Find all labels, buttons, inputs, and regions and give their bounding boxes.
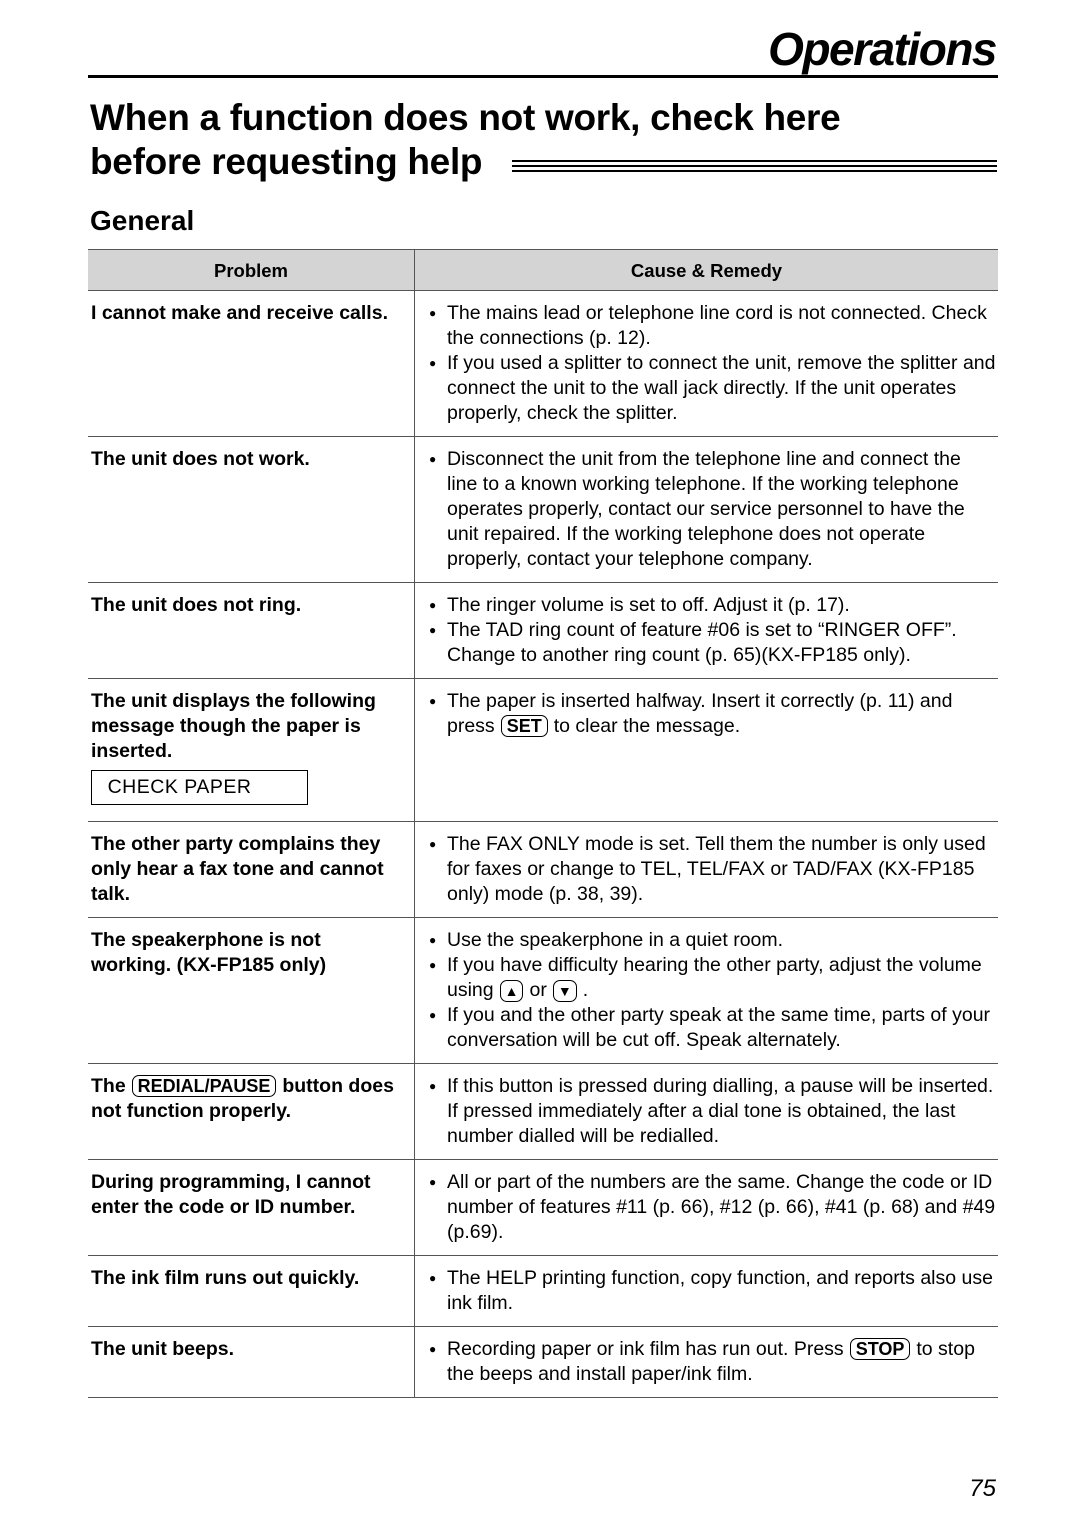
volume-down-key-icon: ▼ bbox=[552, 980, 577, 1002]
bullet-icon: ● bbox=[429, 694, 437, 708]
remedy-cell: ● Recording paper or ink film has run out… bbox=[414, 1326, 998, 1398]
column-header-remedy: Cause & Remedy bbox=[414, 249, 998, 291]
table-row: The unit displays the following message … bbox=[88, 678, 998, 822]
table-header-row: Problem Cause & Remedy bbox=[88, 249, 998, 291]
heading-line-2: before requesting help bbox=[90, 141, 483, 182]
lcd-display-message: CHECK PAPER bbox=[91, 770, 308, 805]
remedy-item: ● Recording paper or ink film has run out… bbox=[429, 1338, 975, 1385]
bullet-icon: ● bbox=[429, 837, 437, 851]
remedy-cell: ● Disconnect the unit from the telephone … bbox=[414, 436, 998, 583]
bullet-icon: ● bbox=[429, 598, 437, 612]
problem-cell: The unit beeps. bbox=[88, 1326, 415, 1398]
troubleshooting-table: Problem Cause & Remedy I cannot make and… bbox=[88, 249, 998, 1398]
problem-cell: The speakerphone is not working. (KX-FP1… bbox=[88, 917, 415, 1064]
section-title: Operations bbox=[768, 23, 997, 75]
problem-cell: I cannot make and receive calls. bbox=[88, 290, 415, 437]
table-row: The unit does not ring. ● The ringer volu… bbox=[88, 582, 998, 679]
remedy-item: ● Disconnect the unit from the telephone … bbox=[429, 448, 965, 570]
remedy-item: ● If you have difficulty hearing the othe… bbox=[429, 954, 982, 1002]
bullet-icon: ● bbox=[429, 958, 437, 972]
remedy-item: ● The mains lead or telephone line cord i… bbox=[429, 302, 987, 349]
table-row: During programming, I cannot enter the c… bbox=[88, 1159, 998, 1256]
problem-cell: The unit does not ring. bbox=[88, 582, 415, 679]
remedy-item: ● The ringer volume is set to off. Adjust… bbox=[429, 594, 850, 616]
problem-cell: During programming, I cannot enter the c… bbox=[88, 1159, 415, 1256]
remedy-cell: ● If this button is pressed during dialli… bbox=[414, 1063, 998, 1160]
table-row: The speakerphone is not working. (KX-FP1… bbox=[88, 917, 998, 1064]
remedy-item: ● The paper is inserted halfway. Insert i… bbox=[429, 690, 953, 737]
bullet-icon: ● bbox=[429, 1079, 437, 1093]
bullet-icon: ● bbox=[429, 452, 437, 466]
remedy-item: ● All or part of the numbers are the same… bbox=[429, 1171, 996, 1243]
remedy-cell: ● The mains lead or telephone line cord i… bbox=[414, 290, 998, 437]
table-row: The unit beeps. ● Recording paper or ink … bbox=[88, 1326, 998, 1398]
remedy-cell: ● Use the speakerphone in a quiet room. ●… bbox=[414, 917, 998, 1064]
remedy-item: ● The HELP printing function, copy functi… bbox=[429, 1267, 993, 1314]
problem-cell: The unit does not work. bbox=[88, 436, 415, 583]
column-header-problem: Problem bbox=[88, 249, 415, 291]
volume-up-key-icon: ▲ bbox=[499, 980, 524, 1002]
bullet-icon: ● bbox=[429, 1271, 437, 1285]
table-row: The REDIAL/PAUSE button does not function … bbox=[88, 1063, 998, 1160]
table-row: The unit does not work. ● Disconnect the … bbox=[88, 436, 998, 583]
problem-cell: The other party complains they only hear… bbox=[88, 821, 415, 918]
table-row: The ink film runs out quickly. ● The HELP… bbox=[88, 1255, 998, 1327]
header-rule bbox=[88, 75, 998, 78]
problem-cell: The ink film runs out quickly. bbox=[88, 1255, 415, 1327]
remedy-cell: ● All or part of the numbers are the same… bbox=[414, 1159, 998, 1256]
bullet-icon: ● bbox=[429, 623, 437, 637]
heading-decorative-rule bbox=[512, 160, 997, 174]
bullet-icon: ● bbox=[429, 356, 437, 370]
remedy-item: ● The FAX ONLY mode is set. Tell them the… bbox=[429, 833, 986, 905]
stop-key-icon: STOP bbox=[849, 1338, 911, 1360]
table-row: The other party complains they only hear… bbox=[88, 821, 998, 918]
heading-line-1: When a function does not work, check her… bbox=[90, 97, 841, 138]
page-number: 75 bbox=[969, 1475, 996, 1502]
remedy-cell: ● The HELP printing function, copy functi… bbox=[414, 1255, 998, 1327]
remedy-item: ● If you and the other party speak at the… bbox=[429, 1004, 991, 1051]
redial-pause-key-icon: REDIAL/PAUSE bbox=[131, 1075, 277, 1097]
bullet-icon: ● bbox=[429, 1175, 437, 1189]
subsection-title: General bbox=[90, 205, 195, 236]
bullet-icon: ● bbox=[429, 306, 437, 320]
bullet-icon: ● bbox=[429, 933, 437, 947]
problem-cell: The unit displays the following message … bbox=[88, 678, 415, 822]
bullet-icon: ● bbox=[429, 1008, 437, 1022]
remedy-cell: ● The paper is inserted halfway. Insert i… bbox=[414, 678, 998, 822]
remedy-item: ● If this button is pressed during dialli… bbox=[429, 1075, 994, 1147]
bullet-icon: ● bbox=[429, 1342, 437, 1356]
set-key-icon: SET bbox=[500, 715, 548, 737]
remedy-item: ● Use the speakerphone in a quiet room. bbox=[429, 929, 784, 951]
remedy-item: ● If you used a splitter to connect the u… bbox=[429, 352, 996, 424]
problem-cell: The REDIAL/PAUSE button does not function … bbox=[88, 1063, 415, 1160]
remedy-cell: ● The ringer volume is set to off. Adjust… bbox=[414, 582, 998, 679]
table-row: I cannot make and receive calls. ● The ma… bbox=[88, 290, 998, 437]
remedy-item: ● The TAD ring count of feature #06 is se… bbox=[429, 619, 957, 666]
remedy-cell: ● The FAX ONLY mode is set. Tell them the… bbox=[414, 821, 998, 918]
